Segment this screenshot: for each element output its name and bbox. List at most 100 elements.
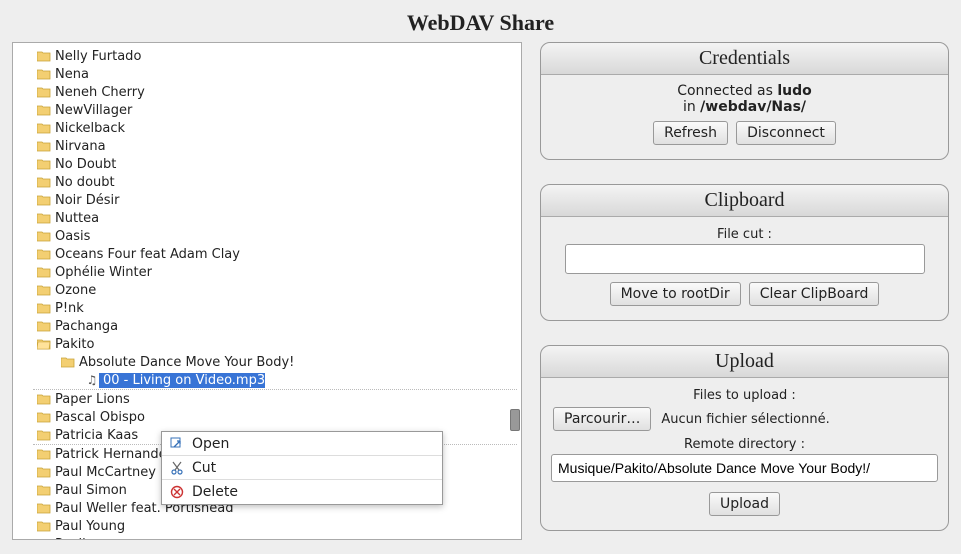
tree-item-label: NewVillager [51,103,132,118]
refresh-button[interactable]: Refresh [653,121,728,145]
folder-icon [37,50,51,62]
clipboard-title: Clipboard [541,185,948,217]
folder-icon [37,484,51,496]
tree-folder[interactable]: No Doubt [13,155,521,173]
tree-item-label: Ophélie Winter [51,265,152,280]
tree-folder[interactable]: Ozone [13,281,521,299]
clipboard-input[interactable] [565,244,925,274]
context-menu-cut-label: Cut [192,460,216,476]
folder-icon [37,122,51,134]
tree-item-label: Paul Young [51,519,125,534]
upload-title: Upload [541,346,948,378]
folder-icon [37,411,51,423]
tree-folder[interactable]: Oasis [13,227,521,245]
tree-item-label: No doubt [51,175,115,190]
file-tree-pane: Nelly FurtadoNena Neneh Cherry NewVillager… [12,42,522,540]
folder-icon [37,393,51,405]
tree-folder[interactable]: Pascal Obispo [13,408,521,426]
context-menu-open-label: Open [192,436,229,452]
tree-folder[interactable]: Absolute Dance Move Your Body! [13,353,521,371]
folder-icon [37,212,51,224]
tree-folder[interactable]: Paul Young [13,517,521,535]
tree-item-label: No Doubt [51,157,116,172]
file-cut-label: File cut : [551,227,938,242]
connected-user: ludo [777,83,811,99]
connected-path: /webdav/Nas/ [700,99,806,115]
scrollbar-thumb[interactable] [510,409,520,431]
tree-item-label: Pachanga [51,319,118,334]
tree-item-label: Pakito [51,337,94,352]
tree-file[interactable]: ♫00 - Living on Video.mp3 [13,371,521,389]
folder-open-icon [37,338,51,350]
folder-icon [37,158,51,170]
credentials-panel: Credentials Connected as ludo in /webdav… [540,42,949,160]
tree-folder[interactable]: Neneh Cherry [13,83,521,101]
tree-folder[interactable]: Pauline [13,535,521,539]
tree-item-label: Absolute Dance Move Your Body! [75,355,294,370]
folder-icon [61,356,75,368]
upload-button[interactable]: Upload [709,492,780,516]
tree-folder[interactable]: P!nk [13,299,521,317]
folder-icon [37,68,51,80]
tree-folder[interactable]: Nickelback [13,119,521,137]
tree-folder[interactable]: Paper Lions [13,390,521,408]
tree-item-label: Patricia Kaas [51,428,138,443]
remote-dir-input[interactable] [551,454,938,482]
page-title: WebDAV Share [0,0,961,42]
folder-icon [37,538,51,539]
tree-item-label: Nickelback [51,121,125,136]
files-to-upload-label: Files to upload : [551,388,938,403]
tree-item-label: Noir Désir [51,193,120,208]
tree-folder[interactable]: NewVillager [13,101,521,119]
tree-item-label: P!nk [51,301,84,316]
context-menu-delete[interactable]: Delete [162,480,442,504]
delete-icon [168,483,186,501]
cut-icon [168,459,186,477]
tree-item-label: Neneh Cherry [51,85,145,100]
folder-icon [37,302,51,314]
tree-folder[interactable]: Pakito [13,335,521,353]
clear-clipboard-button[interactable]: Clear ClipBoard [749,282,880,306]
tree-folder[interactable]: Ophélie Winter [13,263,521,281]
tree-folder[interactable]: Noir Désir [13,191,521,209]
tree-item-label: Nuttea [51,211,99,226]
folder-icon [37,230,51,242]
disconnect-button[interactable]: Disconnect [736,121,836,145]
connected-path-line: in /webdav/Nas/ [551,99,938,115]
tree-item-label: Nirvana [51,139,106,154]
tree-item-label: Pascal Obispo [51,410,145,425]
tree-folder[interactable]: Nena [13,65,521,83]
tree-item-label: Paper Lions [51,392,130,407]
tree-item-label: Paul Simon [51,483,127,498]
folder-icon [37,520,51,532]
connected-as-prefix: Connected as [677,83,777,99]
folder-icon [37,266,51,278]
move-root-button[interactable]: Move to rootDir [610,282,741,306]
tree-folder[interactable]: Nuttea [13,209,521,227]
browse-button[interactable]: Parcourir… [553,407,651,431]
music-file-icon: ♫ [85,373,99,387]
folder-icon [37,86,51,98]
folder-icon [37,448,51,460]
no-file-selected: Aucun fichier sélectionné. [661,412,829,427]
folder-icon [37,466,51,478]
folder-icon [37,140,51,152]
tree-folder[interactable]: Nelly Furtado [13,47,521,65]
folder-icon [37,320,51,332]
tree-item-label: Patrick Hernande [51,447,167,462]
tree-item-label: Oasis [51,229,90,244]
tree-item-label: Pauline [51,537,102,540]
tree-folder[interactable]: Oceans Four feat Adam Clay [13,245,521,263]
tree-folder[interactable]: Pachanga [13,317,521,335]
tree-folder[interactable]: Nirvana [13,137,521,155]
tree-folder[interactable]: No doubt [13,173,521,191]
clipboard-panel: Clipboard File cut : Move to rootDir Cle… [540,184,949,321]
context-menu: Open Cut Delete [161,431,443,505]
context-menu-open[interactable]: Open [162,432,442,456]
tree-item-label: Oceans Four feat Adam Clay [51,247,240,262]
context-menu-cut[interactable]: Cut [162,456,442,480]
upload-panel: Upload Files to upload : Parcourir… Aucu… [540,345,949,531]
tree-item-label: 00 - Living on Video.mp3 [99,373,265,388]
context-menu-delete-label: Delete [192,484,238,500]
folder-icon [37,429,51,441]
